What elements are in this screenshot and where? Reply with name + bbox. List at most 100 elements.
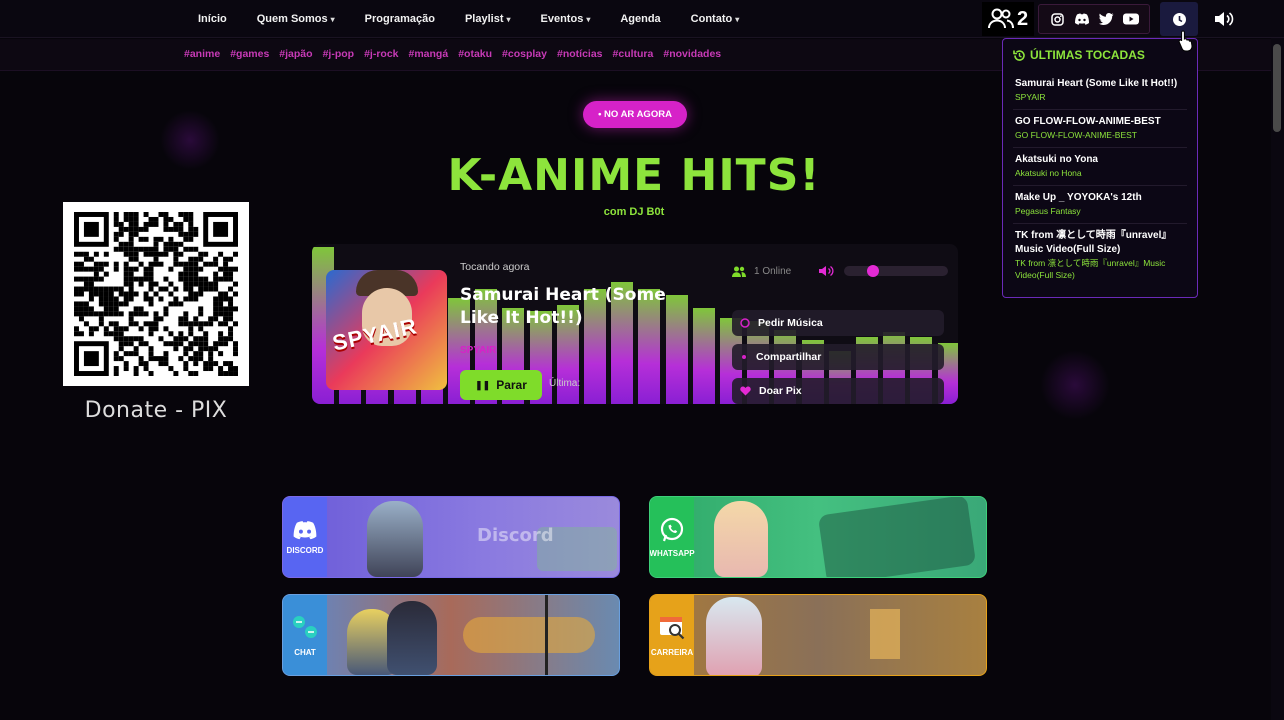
tag-link[interactable]: #japão: [279, 48, 312, 60]
history-song: Akatsuki no Yona: [1015, 154, 1098, 165]
whatsapp-card[interactable]: WHATSAPP: [649, 496, 987, 578]
card-side: DISCORD: [283, 497, 327, 577]
card-illustration: [694, 497, 986, 577]
card-label: DISCORD: [286, 545, 324, 555]
history-artist: TK from 凛として時雨『unravel』Music Video(Full …: [1015, 258, 1166, 280]
whatsapp-icon: [660, 517, 684, 541]
card-illustration: Discord: [327, 497, 619, 577]
tag-link[interactable]: #cosplay: [502, 48, 547, 60]
social-links: [1038, 4, 1150, 34]
discord-icon: [293, 520, 317, 539]
top-navbar: Início Quem Somos ▾ Programação Playlist ▾…: [0, 0, 1284, 38]
history-artist: Akatsuki no Hona: [1015, 168, 1082, 178]
tag-link[interactable]: #j-pop: [323, 48, 355, 60]
main-nav: Início Quem Somos ▾ Programação Playlist ▾…: [198, 0, 769, 38]
listeners-counter: 2: [982, 2, 1034, 36]
history-song: Samurai Heart (Some Like It Hot!!): [1015, 78, 1178, 89]
card-illustration: [694, 595, 986, 675]
nav-item-contato[interactable]: Contato ▾: [691, 13, 740, 25]
nav-item-eventos[interactable]: Eventos ▾: [541, 13, 591, 25]
tag-link[interactable]: #j-rock: [364, 48, 398, 60]
history-title-label: ÚLTIMAS TOCADAS: [1030, 48, 1145, 62]
tag-link[interactable]: #mangá: [409, 48, 449, 60]
donate-pix-button[interactable]: Doar Pix: [732, 378, 944, 404]
share-button[interactable]: Compartilhar: [732, 344, 944, 370]
action-label: Pedir Música: [758, 317, 823, 329]
tag-link[interactable]: #notícias: [557, 48, 603, 60]
youtube-icon[interactable]: [1122, 10, 1140, 28]
volume-slider-handle[interactable]: [867, 265, 879, 277]
nav-item-playlist[interactable]: Playlist ▾: [465, 13, 511, 25]
song-title: Samurai Heart (Some Like It Hot!!): [460, 285, 666, 328]
history-item[interactable]: Make Up _ YOYOKA's 12th Pegasus Fantasy: [1013, 186, 1187, 224]
clock-icon: [1172, 12, 1186, 26]
nav-label: Contato: [690, 13, 733, 25]
on-air-badge[interactable]: • NO AR AGORA: [583, 101, 687, 128]
tag-link[interactable]: #otaku: [458, 48, 492, 60]
tag-list: #anime #games #japão #j-pop #j-rock #man…: [184, 48, 721, 60]
nav-item-agenda[interactable]: Agenda: [620, 13, 660, 25]
last-song-label: Última:: [549, 378, 581, 389]
tag-link[interactable]: #games: [230, 48, 269, 60]
nav-item-inicio[interactable]: Início: [198, 13, 227, 25]
scrollbar[interactable]: [1271, 38, 1284, 720]
nav-label: Playlist: [464, 13, 504, 25]
volume-icon: [1215, 12, 1234, 26]
listeners-count: 2: [1016, 7, 1029, 30]
card-side: CARREIRA: [650, 595, 694, 675]
chat-icon: [293, 615, 317, 638]
nav-label: Eventos: [540, 13, 584, 25]
history-item[interactable]: Akatsuki no Yona Akatsuki no Hona: [1013, 148, 1187, 186]
stop-button[interactable]: ❚❚ Parar: [460, 370, 542, 400]
history-item[interactable]: TK from 凛として時雨『unravel』Music Video(Full …: [1013, 224, 1187, 287]
music-note-icon: [740, 318, 750, 328]
history-artist: SPYAIR: [1015, 92, 1046, 102]
tag-link[interactable]: #novidades: [663, 48, 721, 60]
nav-label: Início: [198, 13, 227, 25]
volume-slider[interactable]: [844, 265, 948, 277]
history-title: ÚLTIMAS TOCADAS: [1013, 48, 1187, 62]
now-playing-label: Tocando agora: [460, 261, 530, 273]
nav-item-programacao[interactable]: Programação: [365, 13, 435, 25]
card-label: CHAT: [294, 647, 316, 657]
volume-button[interactable]: [1210, 6, 1238, 32]
history-artist: GO FLOW-FLOW-ANIME-BEST: [1015, 130, 1137, 140]
discord-icon[interactable]: [1073, 10, 1091, 28]
career-card[interactable]: CARREIRA: [649, 594, 987, 676]
history-item[interactable]: Samurai Heart (Some Like It Hot!!) SPYAI…: [1013, 72, 1187, 110]
users-icon: [987, 8, 1014, 29]
tag-link[interactable]: #cultura: [613, 48, 654, 60]
discord-card[interactable]: DISCORD Discord: [282, 496, 620, 578]
stop-label: Parar: [496, 378, 527, 392]
card-side: CHAT: [283, 595, 327, 675]
tag-link[interactable]: #anime: [184, 48, 220, 60]
history-artist: Pegasus Fantasy: [1015, 206, 1081, 216]
nav-label: Agenda: [620, 13, 661, 25]
history-song: TK from 凛として時雨『unravel』Music Video(Full …: [1015, 230, 1172, 255]
card-label: WHATSAPP: [649, 548, 695, 558]
chat-card[interactable]: CHAT: [282, 594, 620, 676]
qr-label: Donate - PIX: [84, 398, 228, 423]
history-dropdown: ÚLTIMAS TOCADAS Samurai Heart (Some Like…: [1002, 38, 1198, 298]
instagram-icon[interactable]: [1048, 10, 1066, 28]
pause-icon: ❚❚: [475, 379, 491, 390]
card-illustration: [327, 595, 619, 675]
scrollbar-thumb[interactable]: [1273, 44, 1281, 132]
card-label: CARREIRA: [650, 647, 694, 657]
volume-icon: [819, 265, 834, 277]
background-glow: [1040, 350, 1110, 420]
caret-down-icon: ▾: [330, 14, 335, 24]
job-search-icon: [660, 616, 685, 639]
nav-label: Programação: [364, 13, 435, 25]
nav-item-quem-somos[interactable]: Quem Somos ▾: [257, 13, 335, 25]
users-icon: [732, 266, 746, 277]
heart-icon: [740, 386, 751, 396]
caret-down-icon: ▾: [735, 14, 740, 24]
action-label: Doar Pix: [759, 385, 802, 397]
online-label: 1 Online: [754, 266, 792, 277]
request-song-button[interactable]: Pedir Música: [732, 310, 944, 336]
card-side: WHATSAPP: [649, 497, 695, 577]
history-item[interactable]: GO FLOW-FLOW-ANIME-BEST GO FLOW-FLOW-ANI…: [1013, 110, 1187, 148]
twitter-icon[interactable]: [1097, 10, 1115, 28]
caret-down-icon: ▾: [506, 14, 511, 24]
